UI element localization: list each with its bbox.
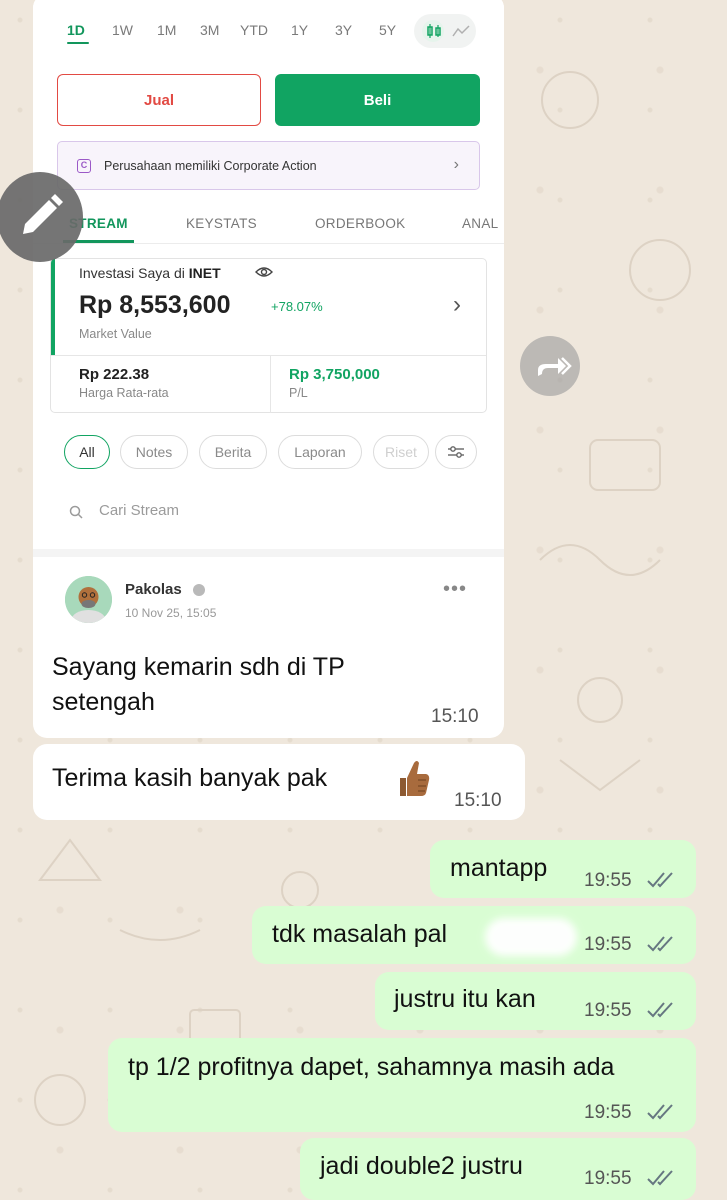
sliders-icon (448, 446, 464, 458)
time-tab-1m[interactable]: 1M (157, 22, 176, 38)
corporate-action-icon: C (77, 159, 91, 173)
post-author-name[interactable]: Pakolas (125, 581, 182, 598)
stream-search-placeholder: Cari Stream (99, 502, 180, 519)
average-price-label: Harga Rata-rata (79, 386, 169, 400)
time-tab-1w[interactable]: 1W (112, 22, 133, 38)
outgoing-message[interactable]: jadi double2 justru 19:55 (300, 1138, 696, 1200)
time-tab-3y[interactable]: 3Y (335, 22, 352, 38)
stock-sub-tabs: STREAM KEYSTATS ORDERBOOK ANAL (33, 216, 504, 236)
investment-title: Investasi Saya di INET (79, 265, 221, 281)
chevron-right-icon[interactable]: › (453, 291, 461, 319)
time-tab-5y[interactable]: 5Y (379, 22, 396, 38)
outgoing-message[interactable]: justru itu kan 19:55 (375, 972, 696, 1030)
line-chart-icon[interactable] (452, 24, 470, 38)
incoming-message[interactable]: Terima kasih banyak pak 15:10 (33, 744, 525, 820)
stock-app-screenshot[interactable]: 1D 1W 1M 3M YTD 1Y 3Y 5Y Jual Beli C Per… (33, 0, 504, 634)
filter-chip-berita[interactable]: Berita (199, 435, 267, 469)
message-text: Sayang kemarin sdh di TP setengah (52, 653, 345, 716)
verified-icon (193, 584, 205, 596)
message-time: 19:55 (584, 934, 632, 955)
pencil-icon (23, 194, 63, 234)
card-divider (51, 355, 486, 356)
more-options-icon[interactable]: ••• (443, 578, 467, 601)
message-text: mantapp (450, 854, 548, 882)
message-text: justru itu kan (394, 985, 536, 1013)
chart-type-toggle[interactable] (414, 14, 476, 48)
avatar[interactable] (65, 576, 112, 623)
candlestick-icon (427, 24, 441, 38)
investment-market-value: Rp 8,553,600 (79, 291, 231, 319)
message-text: tdk masalah pal (272, 920, 448, 948)
my-investment-card[interactable]: Investasi Saya di INET Rp 8,553,600 +78.… (50, 258, 487, 413)
message-time: 19:55 (584, 1102, 632, 1123)
double-check-icon (647, 1104, 673, 1120)
message-text: jadi double2 justru (320, 1152, 523, 1180)
message-time: 19:55 (584, 870, 632, 891)
time-tab-1d[interactable]: 1D (67, 22, 85, 38)
average-price-value: Rp 222.38 (79, 366, 150, 383)
forward-button[interactable] (520, 336, 580, 396)
avatar-face-icon (65, 576, 112, 623)
filter-chip-riset[interactable]: Riset (373, 435, 429, 469)
message-time: 19:55 (584, 1000, 632, 1021)
search-icon (69, 505, 83, 519)
tab-orderbook[interactable]: ORDERBOOK (315, 216, 405, 231)
filter-chip-notes[interactable]: Notes (120, 435, 188, 469)
investment-change-percent: +78.07% (271, 299, 323, 314)
double-check-icon (647, 872, 673, 888)
time-tab-1y[interactable]: 1Y (291, 22, 308, 38)
redacted-text-blur (485, 918, 577, 956)
card-accent-bar (51, 259, 55, 355)
time-tab-active-indicator (67, 42, 89, 44)
filter-chip-laporan[interactable]: Laporan (278, 435, 362, 469)
message-text: Terima kasih banyak pak (52, 764, 328, 792)
message-time: 19:55 (584, 1168, 632, 1189)
investment-title-text: Investasi Saya di (79, 265, 185, 281)
time-tab-ytd[interactable]: YTD (240, 22, 268, 38)
corporate-action-text: Perusahaan memiliki Corporate Action (104, 159, 317, 173)
sub-tab-divider (33, 243, 504, 244)
thumbs-up-emoji-icon (400, 761, 430, 796)
forward-icon (538, 357, 572, 376)
outgoing-message[interactable]: tp 1/2 profitnya dapet, sahamnya masih a… (108, 1038, 696, 1132)
sell-button[interactable]: Jual (57, 74, 261, 126)
double-check-icon (647, 1002, 673, 1018)
edit-button[interactable] (0, 172, 83, 262)
feed-divider (33, 549, 504, 557)
filter-chip-all[interactable]: All (64, 435, 110, 469)
chevron-right-icon: › (453, 156, 459, 173)
card-vertical-divider (270, 355, 271, 413)
market-value-label: Market Value (79, 327, 152, 341)
tab-analysis[interactable]: ANAL (462, 216, 498, 231)
outgoing-message[interactable]: mantapp 19:55 (430, 840, 696, 898)
incoming-image-message[interactable]: 1D 1W 1M 3M YTD 1Y 3Y 5Y Jual Beli C Per… (33, 0, 504, 738)
profit-loss-value: Rp 3,750,000 (289, 366, 380, 383)
filter-settings-button[interactable] (435, 435, 477, 469)
double-check-icon (647, 1170, 673, 1186)
corporate-action-banner[interactable]: C Perusahaan memiliki Corporate Action › (57, 141, 480, 190)
buy-button[interactable]: Beli (275, 74, 480, 126)
eye-icon[interactable] (255, 265, 273, 279)
message-time: 15:10 (431, 706, 479, 727)
outgoing-message[interactable]: tdk masalah pal 19:55 (252, 906, 696, 964)
tab-keystats[interactable]: KEYSTATS (186, 216, 257, 231)
profit-loss-label: P/L (289, 386, 308, 400)
time-tab-3m[interactable]: 3M (200, 22, 219, 38)
post-date: 10 Nov 25, 15:05 (125, 606, 217, 620)
message-time: 15:10 (454, 790, 502, 811)
message-text: tp 1/2 profitnya dapet, sahamnya masih a… (128, 1053, 615, 1081)
double-check-icon (647, 936, 673, 952)
investment-ticker: INET (188, 265, 221, 281)
